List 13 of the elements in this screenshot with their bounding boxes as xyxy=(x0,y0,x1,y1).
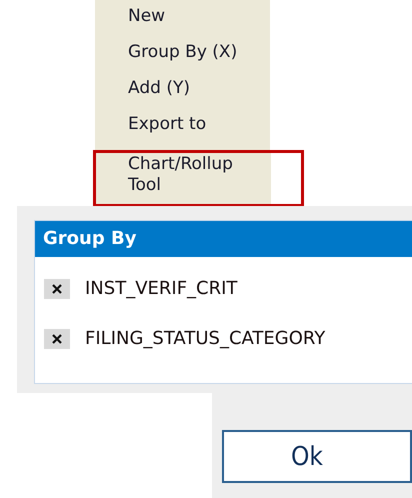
menu-item[interactable]: New xyxy=(95,6,270,42)
field-label: FILING_STATUS_CATEGORY xyxy=(85,328,326,349)
field-label: INST_VERIF_CRIT xyxy=(85,278,238,299)
close-icon xyxy=(51,332,63,344)
ok-button[interactable]: Ok xyxy=(222,430,412,483)
remove-button[interactable] xyxy=(44,328,70,348)
close-icon xyxy=(51,282,63,294)
panel-title: Group By xyxy=(35,221,412,257)
menu-item[interactable]: Group By (X) xyxy=(95,42,270,78)
remove-button[interactable] xyxy=(44,278,70,298)
menu-item[interactable]: Export to xyxy=(95,114,270,150)
menu-item[interactable]: Add (Y) xyxy=(95,78,270,114)
menu-item[interactable]: Chart/Rollup Tool xyxy=(93,150,304,207)
